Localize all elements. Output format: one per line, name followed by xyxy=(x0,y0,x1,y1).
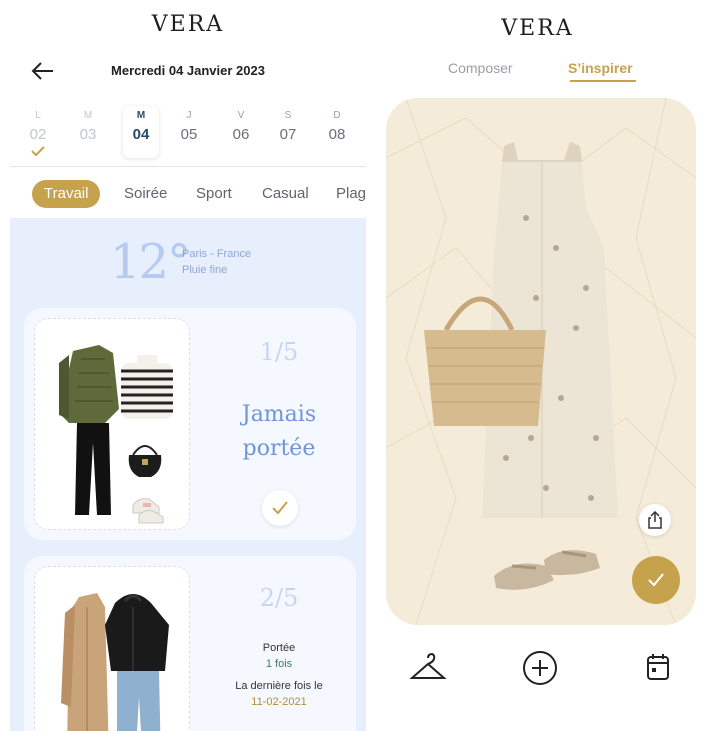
outfit-illustration xyxy=(59,345,173,524)
brand-logo: VERA xyxy=(151,12,225,37)
share-button[interactable] xyxy=(639,504,671,536)
day-item[interactable]: V 06 xyxy=(223,106,259,158)
category-tab-casual[interactable]: Casual xyxy=(262,180,309,208)
day-letter: M xyxy=(136,110,146,121)
day-letter: M xyxy=(83,110,93,121)
day-number: 07 xyxy=(279,126,297,143)
worn-count: 1 fois xyxy=(265,658,293,670)
inspiration-screen: VERA Composer S’inspirer xyxy=(370,0,705,731)
day-letter: J xyxy=(186,110,192,121)
wear-status: Jamais portée xyxy=(210,398,348,466)
nav-wardrobe[interactable] xyxy=(408,648,448,692)
date-title: Mercredi 04 Janvier 2023 xyxy=(111,63,265,78)
date-header: Mercredi 04 Janvier 2023 xyxy=(10,58,366,84)
day-item[interactable]: D 08 xyxy=(319,106,355,158)
category-tab-soiree[interactable]: Soirée xyxy=(124,180,167,208)
check-icon xyxy=(31,146,45,156)
day-item-current[interactable]: M 04 xyxy=(123,106,159,158)
day-letter: D xyxy=(333,110,341,121)
worn-label: Portée xyxy=(262,642,296,654)
mark-worn-button[interactable] xyxy=(262,490,298,526)
app-stage: VERA Mercredi 04 Janvier 2023 L 02 M 03 xyxy=(0,0,705,731)
day-letter: L xyxy=(35,110,41,121)
check-icon xyxy=(648,573,664,587)
day-number: 02 xyxy=(29,126,47,143)
day-letter: S xyxy=(284,110,292,121)
outfit-list: 12° Paris - France Pluie fine 1/5 Jamais… xyxy=(10,218,366,731)
inspiration-look-card[interactable] xyxy=(386,98,696,625)
day-letter: V xyxy=(237,110,245,121)
category-tab-travail[interactable]: Travail xyxy=(32,180,101,208)
hanger-icon xyxy=(409,652,447,679)
outfit-counter: 2/5 xyxy=(259,584,299,612)
temperature: 12° xyxy=(110,234,191,290)
bottom-nav xyxy=(370,648,705,698)
last-worn-date: 11-02-2021 xyxy=(251,696,307,708)
outfit-card[interactable]: 2/5 Portée 1 fois La dernière fois le 11… xyxy=(24,556,356,731)
day-number: 05 xyxy=(180,126,198,143)
active-tab-indicator xyxy=(570,80,636,82)
wear-status-line: Jamais xyxy=(241,402,317,427)
day-item[interactable]: M 03 xyxy=(70,106,106,158)
day-item[interactable]: L 02 xyxy=(20,106,56,158)
outfit-image xyxy=(34,566,190,731)
outfit-image xyxy=(34,318,190,530)
last-worn-label: La dernière fois le xyxy=(235,680,323,692)
day-number: 08 xyxy=(328,126,346,143)
day-number: 06 xyxy=(232,126,250,143)
day-item[interactable]: S 07 xyxy=(270,106,306,158)
category-tab-plage[interactable]: Plag xyxy=(336,180,366,208)
outfit-illustration xyxy=(61,593,169,731)
day-number: 03 xyxy=(79,126,97,143)
brand-logo: VERA xyxy=(501,16,574,41)
mode-tabs: Composer S’inspirer xyxy=(370,60,705,86)
outfit-counter: 1/5 xyxy=(259,338,299,366)
share-icon xyxy=(648,511,662,529)
outfit-card[interactable]: 1/5 Jamais portée xyxy=(24,308,356,540)
tab-composer[interactable]: Composer xyxy=(448,60,513,76)
day-item[interactable]: J 05 xyxy=(171,106,207,158)
tab-sinspirer[interactable]: S’inspirer xyxy=(568,60,633,76)
validate-look-button[interactable] xyxy=(632,556,680,604)
category-tabs: Travail Soirée Sport Casual Plag xyxy=(10,180,366,208)
divider xyxy=(10,166,366,167)
calendar-screen: VERA Mercredi 04 Janvier 2023 L 02 M 03 xyxy=(10,0,366,731)
plus-circle-icon xyxy=(523,651,557,685)
calendar-icon xyxy=(647,654,669,680)
nav-calendar[interactable] xyxy=(638,648,678,692)
wear-status-line: portée xyxy=(242,436,316,461)
look-illustration xyxy=(386,98,696,625)
weather-description: Pluie fine xyxy=(182,264,228,276)
category-tab-sport[interactable]: Sport xyxy=(196,180,232,208)
day-number: 04 xyxy=(132,126,150,143)
weather-widget: 12° Paris - France Pluie fine xyxy=(110,234,310,294)
nav-add[interactable] xyxy=(520,648,560,692)
weather-location: Paris - France xyxy=(182,248,252,260)
week-strip: L 02 M 03 M 04 J 05 V 06 S 07 D 08 xyxy=(10,106,366,164)
check-icon xyxy=(272,501,288,515)
